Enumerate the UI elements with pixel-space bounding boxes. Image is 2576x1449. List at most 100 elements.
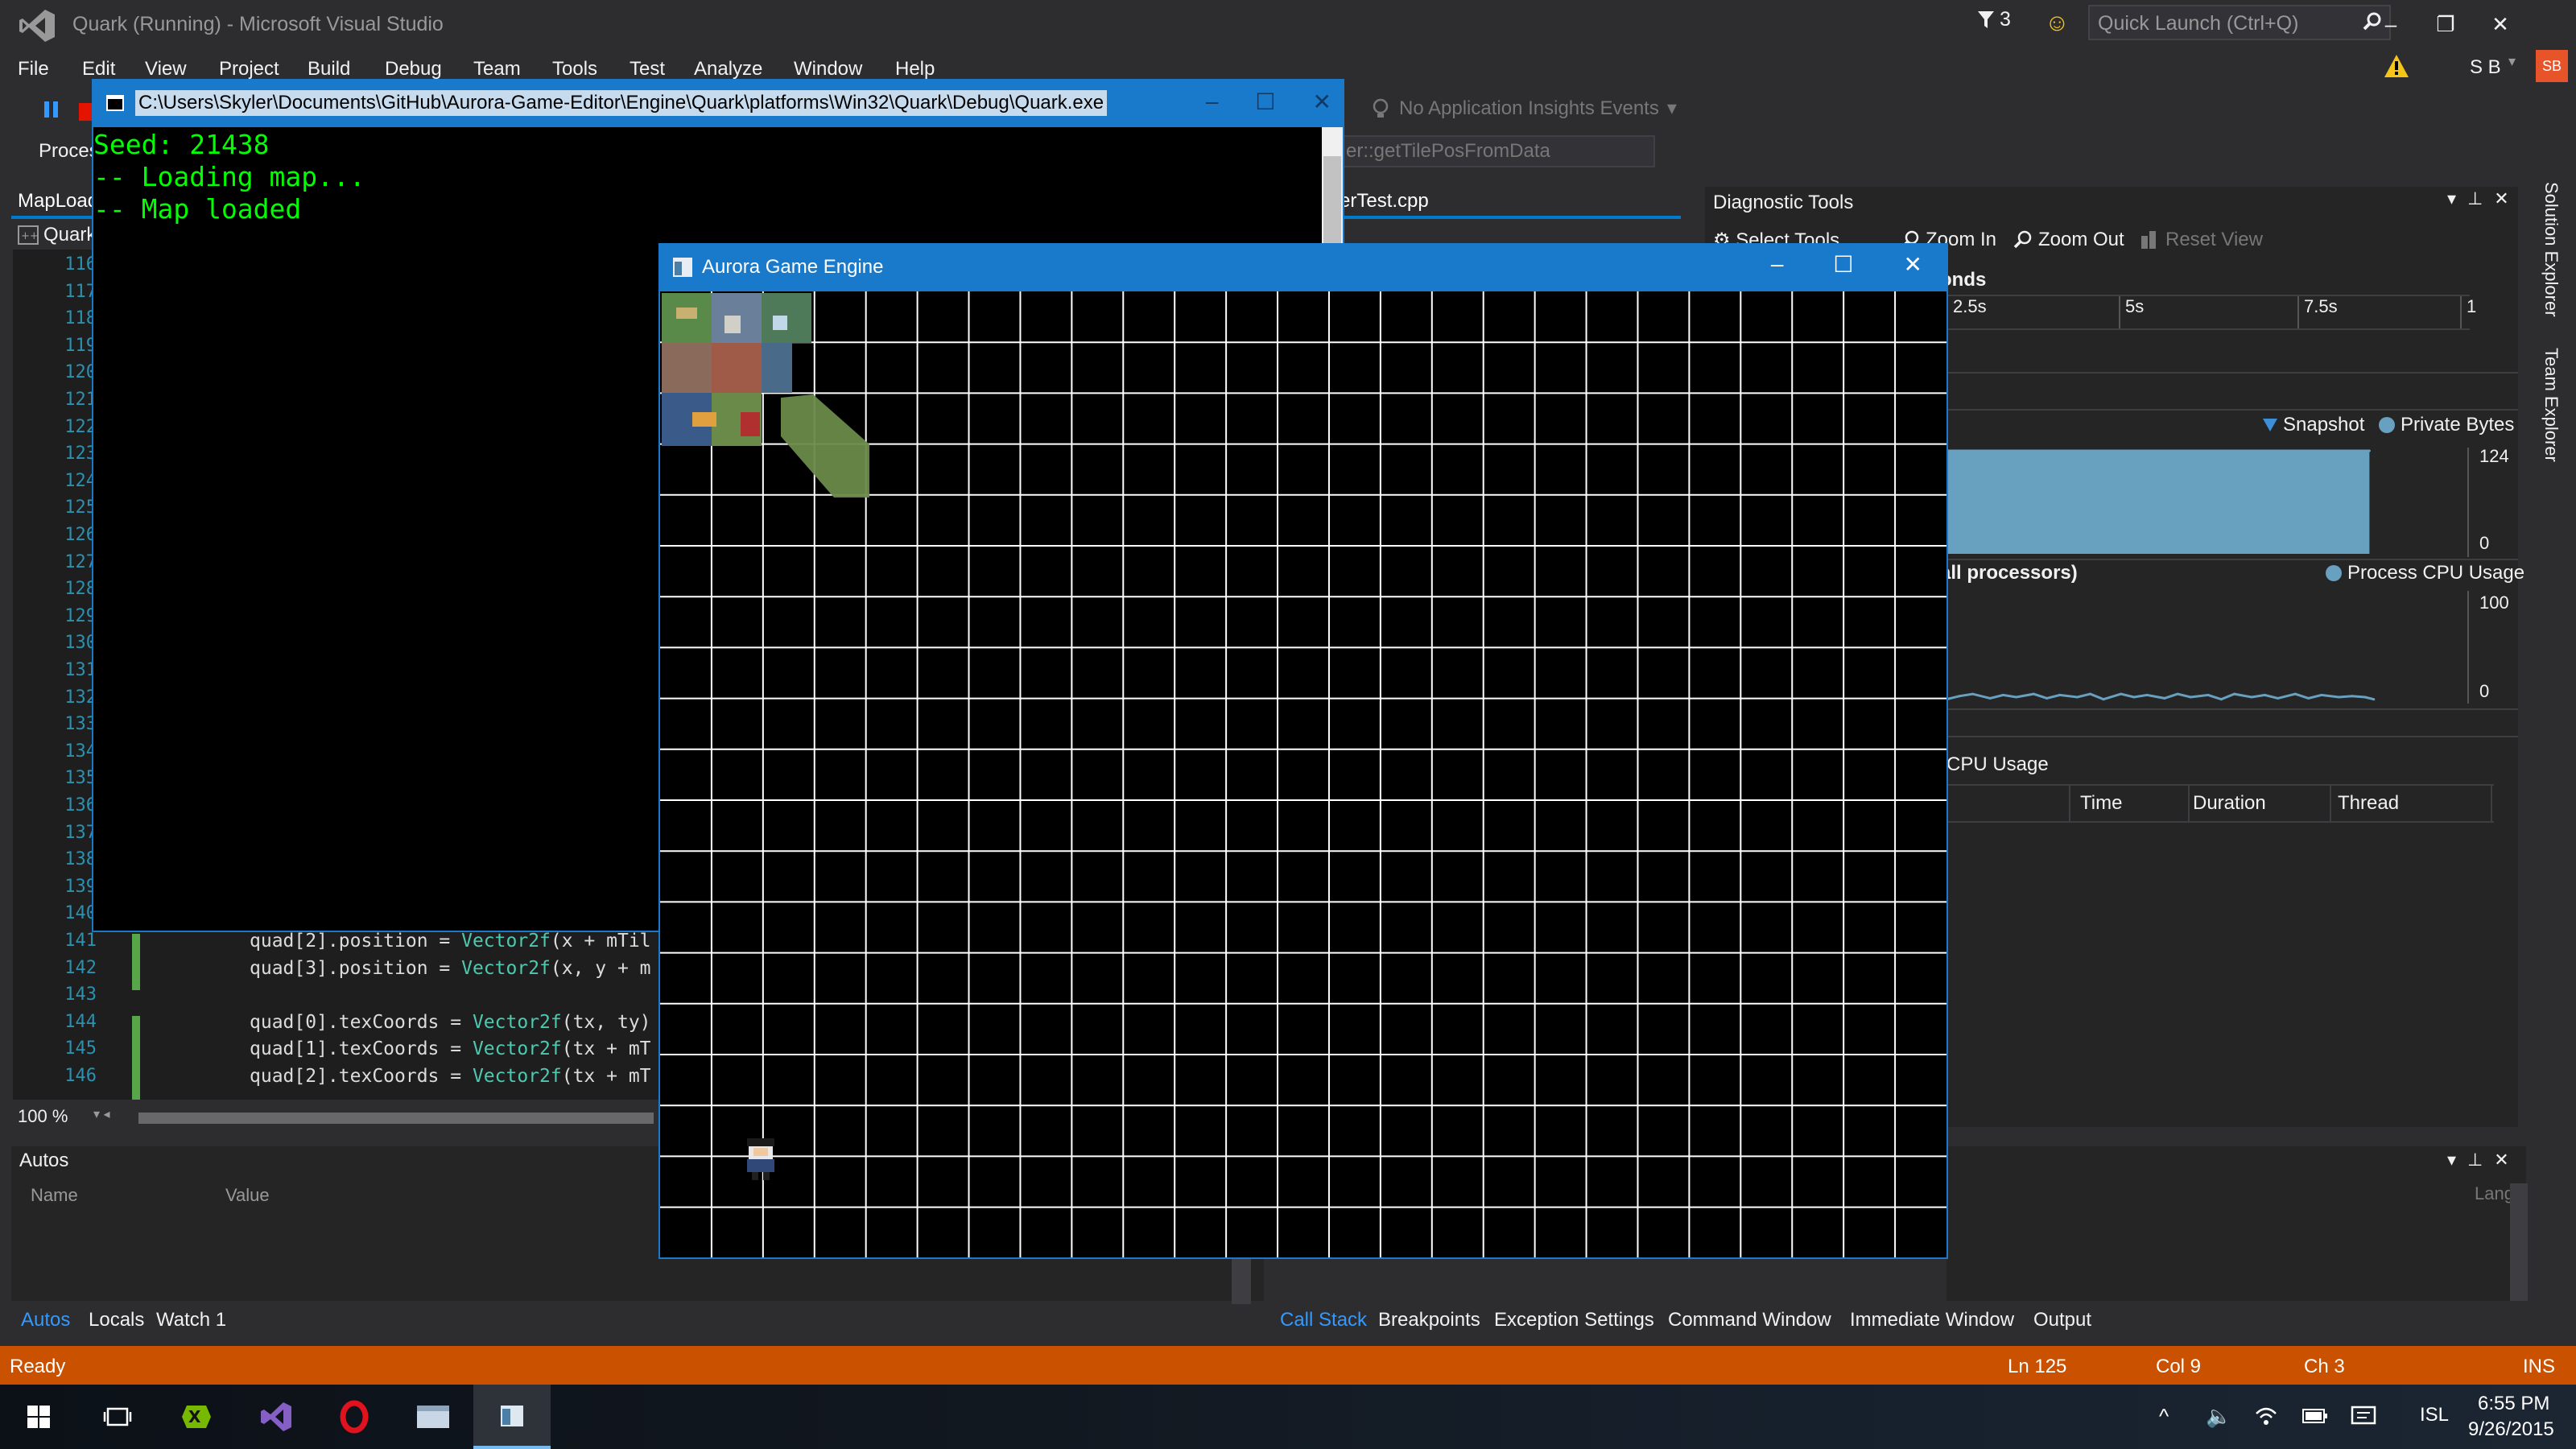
tab-immediate-window[interactable]: Immediate Window [1850, 1309, 2014, 1331]
member-navigation-dropdown[interactable]: er::getTilePosFromData [1340, 135, 1655, 167]
code-line[interactable]: quad[0].texCoords = Vector2f(tx, ty) [250, 1012, 651, 1033]
input-language[interactable]: ISL [2420, 1404, 2449, 1426]
data-point [2120, 449, 2123, 452]
tab-watch-1[interactable]: Watch 1 [156, 1309, 226, 1331]
menu-help[interactable]: Help [895, 58, 935, 80]
menu-project[interactable]: Project [219, 58, 279, 80]
menu-window[interactable]: Window [794, 58, 862, 80]
file-tab[interactable]: erTest.cpp [1340, 190, 1429, 213]
task-view-icon[interactable] [79, 1385, 156, 1449]
tab-call-stack[interactable]: Call Stack [1280, 1309, 1367, 1331]
column-name[interactable]: Name [31, 1185, 78, 1206]
editor-tab[interactable]: MapLoad [11, 187, 105, 216]
opera-icon[interactable] [316, 1385, 393, 1449]
reset-view-button[interactable]: Reset View [2140, 229, 2263, 251]
pause-icon[interactable] [42, 100, 61, 119]
close-button[interactable]: ✕ [1313, 89, 1331, 115]
battery-icon[interactable] [2302, 1407, 2328, 1425]
horizontal-scrollbar[interactable] [138, 1113, 654, 1124]
tab-command-window[interactable]: Command Window [1668, 1309, 1831, 1331]
tab-output[interactable]: Output [2033, 1309, 2091, 1331]
data-point [1988, 449, 1992, 452]
series-area [1946, 451, 2370, 554]
code-line[interactable]: quad[1].texCoords = Vector2f(tx + mT [250, 1038, 651, 1059]
tab-team-explorer[interactable]: Team Explorer [2536, 348, 2568, 477]
code-line[interactable]: quad[2].texCoords = Vector2f(tx + mT [250, 1066, 651, 1087]
zoom-out-button[interactable]: Zoom Out [2013, 229, 2124, 251]
menu-edit[interactable]: Edit [82, 58, 115, 80]
close-button[interactable]: ✕ [1904, 251, 1922, 278]
pin-icon[interactable]: ⊥ [2467, 188, 2483, 209]
minimize-button[interactable]: – [2368, 8, 2413, 40]
minimize-button[interactable]: – [1771, 251, 1784, 278]
restore-button[interactable]: ❐ [2423, 8, 2468, 40]
action-center-icon[interactable] [2351, 1406, 2376, 1428]
menu-file[interactable]: File [18, 58, 49, 80]
menu-analyze[interactable]: Analyze [694, 58, 762, 80]
code-line[interactable]: quad[2].position = Vector2f(x + mTil [250, 931, 651, 952]
chevron-down-icon[interactable]: ▾ ◂ [93, 1106, 110, 1122]
zoom-level[interactable]: 100 % [18, 1106, 68, 1127]
menu-view[interactable]: View [145, 58, 187, 80]
game-window-icon[interactable] [473, 1385, 551, 1449]
menu-debug[interactable]: Debug [385, 58, 442, 80]
notifications-button[interactable]: 3 [1977, 8, 2011, 31]
timeline-ruler[interactable]: 2.5s 5s 7.5s 1 [1946, 295, 2476, 330]
close-window-button[interactable]: ✕ [2478, 8, 2523, 40]
pin-icon[interactable]: ⊥ [2467, 1150, 2483, 1170]
quick-launch-input[interactable]: Quick Launch (Ctrl+Q) [2088, 5, 2391, 40]
legend-cpu-label: Process CPU Usage [2347, 562, 2525, 584]
column-value[interactable]: Value [225, 1185, 270, 1206]
tab-autos[interactable]: Autos [21, 1309, 70, 1331]
menu-build[interactable]: Build [308, 58, 350, 80]
warning-icon[interactable] [2383, 53, 2410, 79]
tab-breakpoints[interactable]: Breakpoints [1378, 1309, 1480, 1331]
clock-date[interactable]: 9/26/2015 [2468, 1418, 2554, 1441]
start-icon[interactable] [0, 1385, 77, 1449]
minimize-button[interactable]: – [1206, 89, 1219, 115]
chevron-down-icon[interactable]: ▾ [2508, 53, 2516, 70]
clock-time[interactable]: 6:55 PM [2478, 1393, 2549, 1415]
chevron-down-icon[interactable]: ▾ [2447, 188, 2456, 209]
notification-count: 3 [2000, 8, 2011, 31]
user-name[interactable]: S B [2470, 56, 2501, 79]
code-line[interactable]: quad[3].position = Vector2f(x, y + m [250, 958, 651, 979]
maximize-button[interactable]: ☐ [1255, 89, 1275, 115]
game-canvas[interactable] [660, 291, 1946, 1257]
visual-studio-icon[interactable] [237, 1385, 314, 1449]
column-thread[interactable]: Thread [2338, 792, 2399, 815]
data-point [1988, 696, 1992, 700]
game-window[interactable]: Aurora Game Engine – ☐ ✕ [658, 243, 1948, 1259]
menu-team[interactable]: Team [473, 58, 521, 80]
wifi-icon[interactable] [2254, 1404, 2278, 1428]
chevron-down-icon[interactable]: ▾ [2447, 1150, 2456, 1170]
feedback-smiley-icon[interactable]: ☺ [2045, 10, 2070, 37]
game-title-bar[interactable]: Aurora Game Engine – ☐ ✕ [660, 245, 1946, 291]
column-time[interactable]: Time [2080, 792, 2122, 815]
tab-solution-explorer[interactable]: Solution Explorer [2536, 182, 2568, 335]
project-dropdown[interactable]: ++ Quark [18, 224, 96, 246]
divider [1946, 559, 2518, 560]
app-insights-button[interactable]: No Application Insights Events ▾ [1370, 97, 1677, 120]
maximize-button[interactable]: ☐ [1833, 251, 1853, 278]
menu-test[interactable]: Test [630, 58, 665, 80]
tab-exception-settings[interactable]: Exception Settings [1494, 1309, 1654, 1331]
avatar[interactable]: SB [2536, 50, 2568, 82]
cpu-chart[interactable] [1946, 591, 2470, 704]
volume-icon[interactable]: 🔈 [2206, 1404, 2231, 1429]
memory-chart[interactable] [1946, 448, 2470, 557]
process-label: Proces [39, 140, 99, 162]
column-duration[interactable]: Duration [2193, 792, 2266, 815]
data-point [2163, 696, 2166, 700]
column-language[interactable]: Lang [2475, 1183, 2514, 1204]
explorer-icon[interactable] [394, 1385, 472, 1449]
tab-locals[interactable]: Locals [89, 1309, 144, 1331]
vertical-scrollbar[interactable] [2510, 1183, 2528, 1301]
chevron-up-icon[interactable]: ^ [2159, 1404, 2169, 1429]
app-insights-icon [1373, 98, 1389, 118]
close-icon[interactable]: ✕ [2494, 1150, 2508, 1170]
console-title-bar[interactable]: C:\Users\Skyler\Documents\GitHub\Aurora-… [93, 80, 1343, 127]
xamarin-icon[interactable]: X [158, 1385, 235, 1449]
close-icon[interactable]: ✕ [2494, 188, 2508, 209]
menu-tools[interactable]: Tools [552, 58, 597, 80]
